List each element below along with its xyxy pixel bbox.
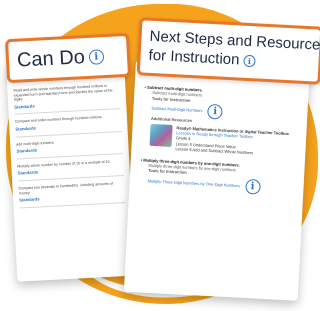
- resource-thumbnail[interactable]: [150, 123, 173, 146]
- info-icon[interactable]: i: [243, 55, 256, 68]
- info-icon[interactable]: i: [88, 49, 104, 65]
- resource-block: Ready® Mathematics Instruction or digita…: [141, 123, 298, 158]
- can-do-list: Read and write whole numbers through hun…: [13, 78, 125, 208]
- next-steps-title-line2: for Instruction: [148, 47, 240, 69]
- can-do-header: Can Doi: [5, 33, 131, 83]
- can-do-text: Read and write whole numbers through hun…: [13, 83, 120, 102]
- resource-text: Ready® Mathematics Instruction or digita…: [175, 125, 298, 158]
- list-item: • Subtract multi-digit numbers. Subtract…: [141, 84, 300, 158]
- info-icon[interactable]: i: [207, 104, 223, 120]
- next-steps-card: • Subtract multi-digit numbers. Subtract…: [124, 60, 310, 301]
- next-steps-header: Next Steps and Resources for Instruction…: [137, 17, 320, 85]
- promo-stage: Read and write whole numbers through hun…: [0, 0, 320, 311]
- tool-link-text: Multiply Three-Digit Numbers by One-Digi…: [148, 178, 241, 188]
- info-icon[interactable]: i: [245, 179, 261, 195]
- next-steps-list: • Subtract multi-digit numbers. Subtract…: [139, 84, 300, 198]
- can-do-title-row: Can Doi: [16, 45, 104, 73]
- can-do-card: Read and write whole numbers through hun…: [6, 58, 135, 282]
- next-steps-title: Next Steps and Resources for Instruction…: [148, 27, 320, 74]
- can-do-title: Can Do: [16, 46, 85, 72]
- tool-link-text: Subtract Multi-Digit Numbers: [151, 106, 202, 114]
- list-item: Compare two decimals to hundredths, incl…: [18, 176, 125, 208]
